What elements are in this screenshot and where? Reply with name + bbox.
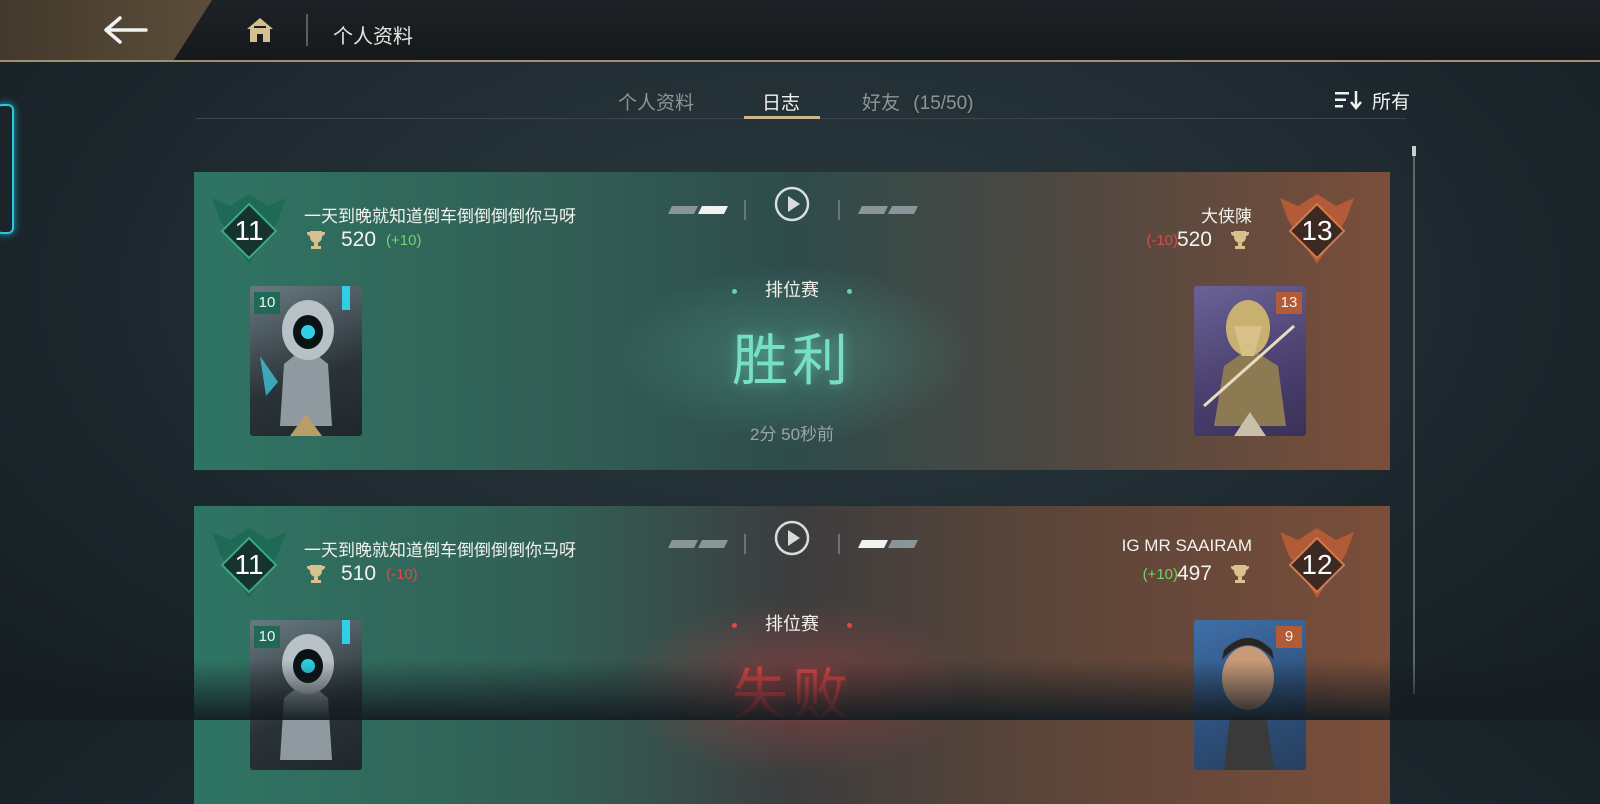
player-name: 一天到晚就知道倒车倒倒倒倒你马呀 [304, 541, 576, 560]
player-level-badge: 11 [210, 192, 288, 270]
trophy-icon [1231, 565, 1249, 583]
opponent-level: 12 [1301, 549, 1333, 580]
opponent-level: 13 [1301, 215, 1333, 246]
page-title: 个人资料 [333, 26, 413, 48]
opponent-level-badge: 13 [1278, 192, 1356, 270]
hero-level: 10 [254, 292, 280, 314]
player-rating-change: (-10) [386, 566, 418, 583]
player-rating: 510 [341, 562, 377, 585]
opponent-level-badge: 12 [1278, 526, 1356, 604]
trophy-icon [307, 565, 325, 583]
match-mode: 排位赛 [694, 610, 890, 636]
player-level: 11 [234, 215, 264, 246]
scrollbar-thumb[interactable] [1412, 146, 1416, 156]
tab-friends[interactable]: 好友 (15/50) [862, 88, 974, 115]
match-card[interactable]: 11 一天到晚就知道倒车倒倒倒倒你马呀 520 (+10) 排位赛 胜利 2分 … [194, 172, 1390, 470]
opponent-rating: 520 [1176, 228, 1212, 251]
tab-friends-label: 好友 [862, 93, 901, 114]
player-name: 一天到晚就知道倒车倒倒倒倒你马呀 [304, 207, 576, 226]
home-button[interactable] [244, 14, 276, 46]
side-panel-handle[interactable] [0, 104, 14, 234]
opponent-name: 大侠陳 [1201, 207, 1252, 226]
scrollbar[interactable] [1412, 146, 1416, 694]
top-bar: 个人资料 [0, 0, 1600, 62]
player-rating-change: (+10) [386, 232, 422, 249]
tab-log[interactable]: 日志 [762, 88, 800, 115]
filter-button[interactable]: 所有 [1334, 86, 1410, 114]
trophy-icon [307, 231, 325, 249]
hero-level: 13 [1276, 292, 1302, 314]
player-rating: 520 [341, 228, 377, 251]
opponent-hero-card[interactable]: 9 [1194, 620, 1306, 770]
match-mode: 排位赛 [694, 276, 890, 302]
opponent-hero-card[interactable]: 13 [1194, 286, 1306, 436]
player-hero-card[interactable]: 10 [250, 286, 362, 436]
active-tab-indicator [744, 116, 820, 119]
sort-filter-icon [1335, 91, 1362, 110]
opponent-rating-change: (-10) [1146, 232, 1178, 249]
match-result: 胜利 [732, 329, 852, 392]
player-level: 11 [234, 549, 264, 580]
player-hero-card[interactable]: 10 [250, 620, 362, 770]
hero-level: 10 [254, 626, 280, 648]
opponent-rating-change: (+10) [1142, 566, 1178, 583]
match-card[interactable]: 11 一天到晚就知道倒车倒倒倒倒你马呀 510 (-10) 排位赛 失败 10 … [194, 506, 1390, 804]
back-button[interactable] [98, 10, 154, 50]
match-time: 2分 50秒前 [749, 425, 835, 444]
tab-friends-count: (15/50) [913, 93, 974, 114]
player-level-badge: 11 [210, 526, 288, 604]
opponent-name: IG MR SAAIRAM [1121, 536, 1252, 555]
filter-label: 所有 [1372, 91, 1411, 113]
opponent-rating: 497 [1176, 562, 1212, 585]
hero-level: 9 [1276, 626, 1302, 648]
replay-play-icon[interactable] [774, 520, 810, 556]
home-icon [247, 18, 273, 42]
tab-profile[interactable]: 个人资料 [618, 88, 694, 115]
match-result: 失败 [732, 663, 852, 726]
header-separator [306, 14, 308, 46]
replay-play-icon[interactable] [774, 186, 810, 222]
trophy-icon [1231, 231, 1249, 249]
arrow-left-icon [104, 16, 148, 44]
